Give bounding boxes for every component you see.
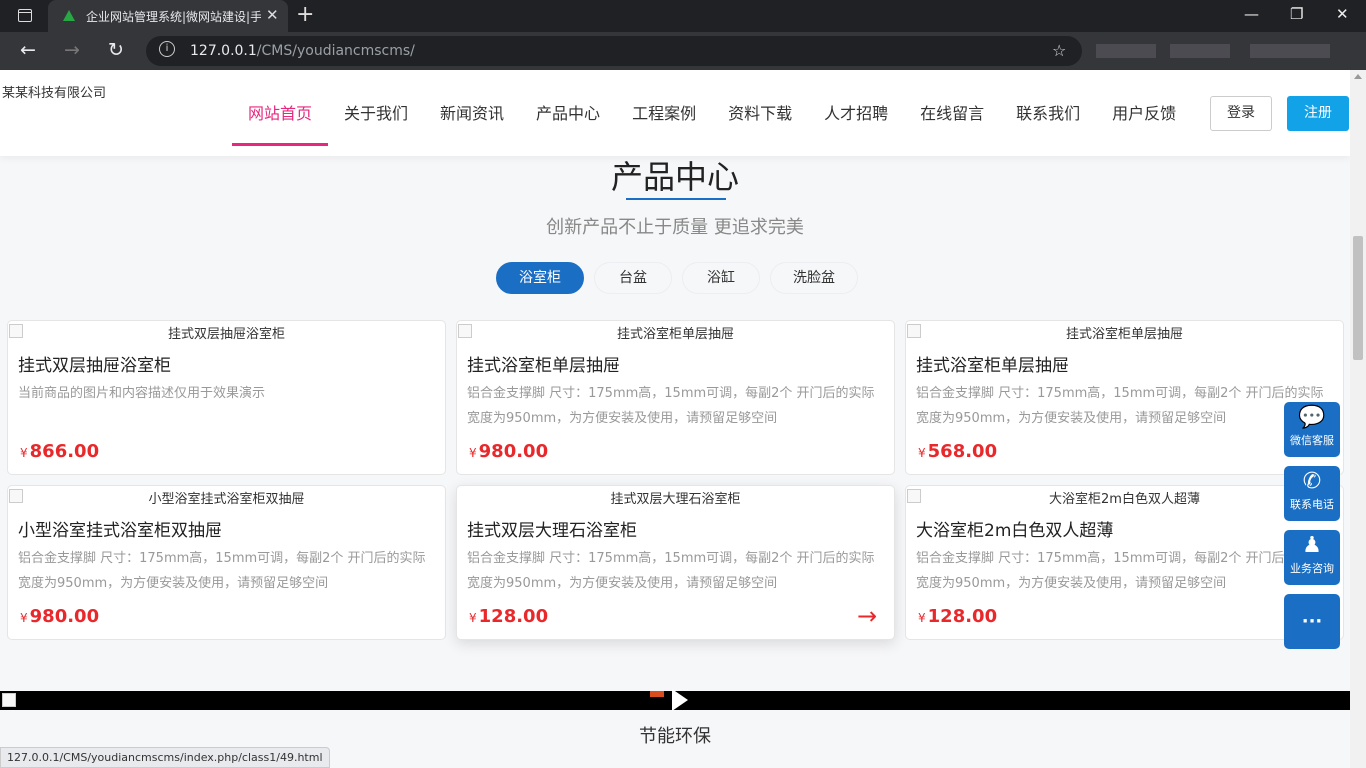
extensions-area [1250, 44, 1330, 58]
floating-contact-bar: 💬 微信客服 ✆ 联系电话 ♟ 业务咨询 ··· [1284, 402, 1341, 658]
link-status-bar: 127.0.0.1/CMS/youdiancmscms/index.php/cl… [0, 747, 330, 768]
nav-item-cases[interactable]: 工程案例 [616, 70, 712, 146]
wechat-service-button[interactable]: 💬 微信客服 [1284, 402, 1340, 457]
broken-image-icon [458, 324, 472, 338]
product-image[interactable]: 大浴室柜2m白色双人超薄 [906, 488, 1343, 507]
nav-item-news[interactable]: 新闻资讯 [424, 70, 520, 146]
tab-overview-icon[interactable] [18, 9, 32, 22]
broken-image-icon [2, 693, 16, 707]
tab-close-icon[interactable]: ✕ [266, 6, 279, 24]
extensions-area [1096, 44, 1156, 58]
bookmark-star-icon[interactable]: ☆ [1052, 41, 1066, 60]
product-image[interactable]: 挂式双层抽屉浴室柜 [8, 323, 445, 342]
restore-icon[interactable]: ❐ [1290, 5, 1303, 23]
play-icon[interactable] [672, 689, 688, 711]
broken-image-icon [9, 489, 23, 503]
nav-item-products[interactable]: 产品中心 [520, 70, 616, 146]
product-price: ¥980.00 [469, 441, 549, 462]
broken-image-icon [9, 324, 23, 338]
product-name[interactable]: 挂式双层大理石浴室柜 [467, 516, 637, 541]
product-card[interactable]: 小型浴室挂式浴室柜双抽屉 小型浴室挂式浴室柜双抽屉 铝合金支撑脚 尺寸：175m… [7, 485, 446, 640]
browser-tab[interactable]: 企业网站管理系统|微网站建设|手 ✕ [48, 0, 288, 32]
product-name[interactable]: 小型浴室挂式浴室柜双抽屉 [18, 516, 222, 541]
scrollbar-thumb[interactable] [1353, 236, 1363, 360]
more-button[interactable]: ··· [1284, 594, 1340, 649]
product-price: ¥128.00 [918, 606, 998, 627]
product-price: ¥866.00 [20, 441, 100, 462]
product-card[interactable]: 挂式双层抽屉浴室柜 挂式双层抽屉浴室柜 当前商品的图片和内容描述仅用于效果演示 … [7, 320, 446, 475]
nav-item-home[interactable]: 网站首页 [232, 70, 329, 146]
product-price: ¥568.00 [918, 441, 998, 462]
address-bar[interactable]: i 127.0.0.1/CMS/youdiancmscms/ ☆ [146, 36, 1082, 66]
product-desc: 铝合金支撑脚 尺寸：175mm高，15mm可调，每副2个 开门后的实际宽度为95… [18, 551, 426, 591]
tab-title: 企业网站管理系统|微网站建设|手 [86, 10, 261, 24]
login-button[interactable]: 登录 [1210, 96, 1272, 131]
new-tab-icon[interactable]: + [296, 2, 314, 27]
minimize-icon[interactable]: — [1244, 5, 1259, 23]
banner-mark [650, 691, 664, 697]
page-viewport: 某某科技有限公司 网站首页 关于我们 新闻资讯 产品中心 工程案例 资料下载 人… [0, 70, 1350, 768]
nav-item-jobs[interactable]: 人才招聘 [808, 70, 904, 146]
product-desc: 当前商品的图片和内容描述仅用于效果演示 [18, 386, 266, 401]
video-banner[interactable] [0, 689, 1350, 711]
more-icon: ··· [1301, 611, 1323, 632]
product-card[interactable]: 挂式双层大理石浴室柜 挂式双层大理石浴室柜 铝合金支撑脚 尺寸：175mm高，1… [456, 485, 895, 640]
product-image[interactable]: 挂式浴室柜单层抽屉 [906, 323, 1343, 342]
phone-button[interactable]: ✆ 联系电话 [1284, 466, 1340, 521]
url-text: 127.0.0.1/CMS/youdiancmscms/ [190, 43, 415, 59]
extensions-area [1170, 44, 1230, 58]
product-card[interactable]: 大浴室柜2m白色双人超薄 大浴室柜2m白色双人超薄 铝合金支撑脚 尺寸：175m… [905, 485, 1344, 640]
register-button[interactable]: 注册 [1287, 96, 1349, 131]
reload-icon[interactable]: ↻ [108, 39, 124, 61]
nav-item-message[interactable]: 在线留言 [904, 70, 1000, 146]
product-image[interactable]: 挂式浴室柜单层抽屉 [457, 323, 894, 342]
arrow-right-icon[interactable]: → [857, 602, 877, 630]
nav-item-about[interactable]: 关于我们 [328, 70, 424, 146]
tab-countertop-basin[interactable]: 台盆 [594, 262, 672, 294]
product-desc: 铝合金支撑脚 尺寸：175mm高，15mm可调，每副2个 开门后的实际宽度为95… [467, 551, 875, 591]
scroll-up-icon[interactable] [1354, 74, 1362, 79]
logo-image[interactable]: 某某科技有限公司 [2, 82, 106, 101]
qq-icon: ♟ [1302, 533, 1322, 558]
site-info-icon[interactable]: i [159, 41, 175, 57]
broken-image-icon [907, 324, 921, 338]
product-card[interactable]: 挂式浴室柜单层抽屉 挂式浴室柜单层抽屉 铝合金支撑脚 尺寸：175mm高，15m… [456, 320, 895, 475]
browser-tab-strip: 企业网站管理系统|微网站建设|手 ✕ + — ❐ ✕ [0, 0, 1366, 32]
section-title: 产品中心 [610, 158, 739, 196]
wechat-icon: 💬 [1298, 405, 1326, 430]
back-icon[interactable]: ← [20, 39, 36, 61]
product-price: ¥980.00 [20, 606, 100, 627]
forward-icon[interactable]: → [64, 39, 80, 61]
product-image[interactable]: 小型浴室挂式浴室柜双抽屉 [8, 488, 445, 507]
site-header: 某某科技有限公司 网站首页 关于我们 新闻资讯 产品中心 工程案例 资料下载 人… [0, 70, 1350, 156]
nav-item-contact[interactable]: 联系我们 [1000, 70, 1096, 146]
product-name[interactable]: 挂式双层抽屉浴室柜 [18, 351, 171, 376]
window-close-icon[interactable]: ✕ [1336, 5, 1349, 23]
tab-washbasin[interactable]: 洗脸盆 [770, 262, 858, 294]
product-name[interactable]: 挂式浴室柜单层抽屉 [467, 351, 620, 376]
page-scrollbar[interactable] [1350, 70, 1366, 768]
product-image[interactable]: 挂式双层大理石浴室柜 [457, 488, 894, 507]
product-desc: 铝合金支撑脚 尺寸：175mm高，15mm可调，每副2个 开门后的实际宽度为95… [916, 551, 1324, 591]
product-name[interactable]: 大浴室柜2m白色双人超薄 [916, 516, 1113, 541]
section-subtitle: 创新产品不止于质量 更追求完美 [546, 217, 804, 238]
nav-item-downloads[interactable]: 资料下载 [712, 70, 808, 146]
address-bar-row: ← → ↻ i 127.0.0.1/CMS/youdiancmscms/ ☆ [0, 32, 1366, 70]
main-nav: 网站首页 关于我们 新闻资讯 产品中心 工程案例 资料下载 人才招聘 在线留言 … [232, 70, 1192, 146]
qq-consult-button[interactable]: ♟ 业务咨询 [1284, 530, 1340, 585]
tab-bathroom-cabinet[interactable]: 浴室柜 [496, 262, 584, 294]
broken-image-icon [907, 489, 921, 503]
site-favicon-icon [62, 9, 76, 23]
product-desc: 铝合金支撑脚 尺寸：175mm高，15mm可调，每副2个 开门后的实际宽度为95… [467, 386, 875, 426]
nav-item-feedback[interactable]: 用户反馈 [1096, 70, 1192, 146]
tab-bathtub[interactable]: 浴缸 [682, 262, 760, 294]
product-card[interactable]: 挂式浴室柜单层抽屉 挂式浴室柜单层抽屉 铝合金支撑脚 尺寸：175mm高，15m… [905, 320, 1344, 475]
category-tabs: 浴室柜 台盆 浴缸 洗脸盆 [496, 262, 868, 294]
product-desc: 铝合金支撑脚 尺寸：175mm高，15mm可调，每副2个 开门后的实际宽度为95… [916, 386, 1324, 426]
product-name[interactable]: 挂式浴室柜单层抽屉 [916, 351, 1069, 376]
product-price: ¥128.00 [469, 606, 549, 627]
next-section-title: 节能环保 [639, 726, 711, 747]
phone-icon: ✆ [1302, 469, 1322, 494]
section-title-underline [626, 198, 726, 200]
